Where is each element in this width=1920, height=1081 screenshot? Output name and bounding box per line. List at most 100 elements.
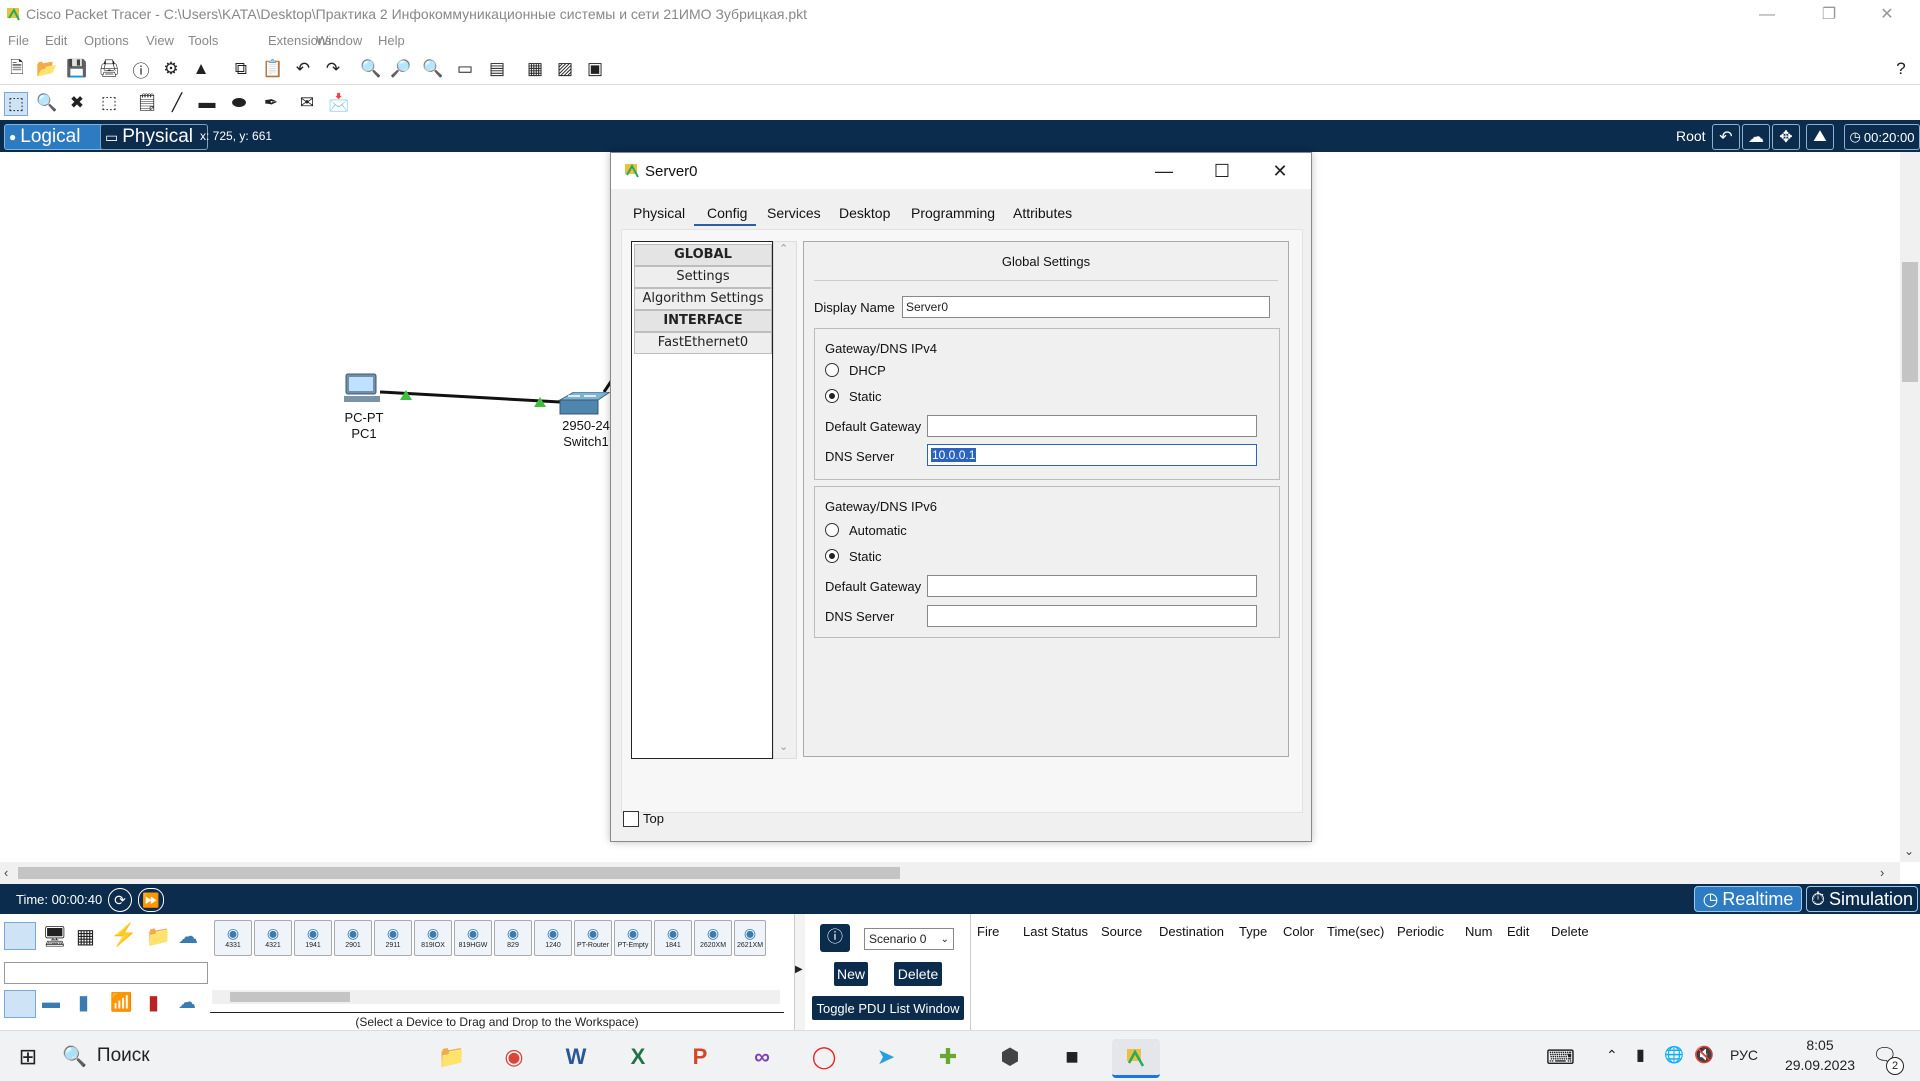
tab-logical[interactable]: ● Logical: [4, 124, 104, 150]
subcategory-security-icon[interactable]: ▮: [148, 990, 159, 1015]
device-model[interactable]: ◉ 819HGW: [454, 920, 492, 956]
close-button[interactable]: ✕: [1864, 0, 1910, 30]
vertical-scroll-thumb[interactable]: [1902, 262, 1918, 382]
tab-physical[interactable]: ▭ Physical: [100, 124, 208, 150]
viewport-clock[interactable]: ◷ 00:20:00: [1844, 124, 1920, 150]
volume-muted-icon[interactable]: 🔇: [1694, 1045, 1714, 1065]
cluster-icon[interactable]: ☁: [1742, 124, 1770, 150]
ipv6-static-radio[interactable]: [825, 549, 839, 563]
tab-programming[interactable]: Programming: [911, 205, 995, 221]
restore-button[interactable]: ❐: [1806, 0, 1852, 30]
realtime-mode-button[interactable]: ◷ Realtime: [1694, 886, 1802, 912]
app-plus-icon[interactable]: ✚: [930, 1039, 966, 1075]
start-windows-icon[interactable]: ⊞: [10, 1039, 46, 1075]
toggle-pdu-list-button[interactable]: Toggle PDU List Window: [812, 996, 964, 1020]
device-model[interactable]: ◉ 829: [494, 920, 532, 956]
help-question-icon[interactable]: ?: [1890, 58, 1912, 80]
switch1-device-icon[interactable]: [558, 391, 612, 418]
ipv4-static-radio[interactable]: [825, 389, 839, 403]
minimize-button[interactable]: —: [1744, 0, 1790, 30]
powerpoint-icon[interactable]: P: [682, 1039, 718, 1075]
device-model[interactable]: ◉ PT-Empty: [614, 920, 652, 956]
save-icon[interactable]: 💾: [66, 58, 88, 80]
workspace-horizontal-scrollbar[interactable]: ‹ ›: [0, 862, 1900, 884]
scroll-right-icon[interactable]: ›: [1880, 865, 1884, 880]
device-model[interactable]: ◉ 2911: [374, 920, 412, 956]
ipv6-default-gateway-input[interactable]: [927, 575, 1257, 597]
menu-window[interactable]: Window: [316, 33, 362, 48]
device-model[interactable]: ◉ 2621XM: [734, 920, 766, 956]
delete-tool-icon[interactable]: ✖: [66, 92, 88, 114]
menu-file[interactable]: File: [8, 33, 29, 48]
workspace-vertical-scrollbar[interactable]: ⌄: [1900, 152, 1920, 862]
new-file-icon[interactable]: 🗎: [6, 58, 28, 80]
ipv4-dhcp-radio[interactable]: [825, 363, 839, 377]
tab-config[interactable]: Config: [707, 205, 747, 221]
viewport-icon[interactable]: ▦: [524, 58, 546, 80]
drawing-palette-icon[interactable]: ▭: [454, 58, 476, 80]
list-item-settings[interactable]: Settings: [634, 266, 772, 288]
wizard-icon[interactable]: ⚙: [160, 58, 182, 80]
device-strip-scroll-thumb[interactable]: [230, 992, 350, 1002]
language-indicator[interactable]: РУС: [1730, 1047, 1758, 1063]
device-model[interactable]: ◉ 1841: [654, 920, 692, 956]
rectangle-icon[interactable]: ▬: [196, 92, 218, 114]
device-model[interactable]: ◉ 2620XM: [694, 920, 732, 956]
sticky-notes-icon[interactable]: ■: [1054, 1039, 1090, 1075]
note-icon[interactable]: 🗒: [136, 92, 158, 114]
menu-view[interactable]: View: [146, 33, 174, 48]
telegram-icon[interactable]: ➤: [868, 1039, 904, 1075]
device-model[interactable]: ◉ 819IOX: [414, 920, 452, 956]
move-object-icon[interactable]: ✥: [1772, 124, 1800, 150]
tab-physical-device[interactable]: Physical: [633, 205, 685, 221]
category-multiuser-icon[interactable]: ☁: [178, 924, 198, 949]
inspect-icon[interactable]: 🔍: [36, 92, 58, 114]
redo-icon[interactable]: ↷: [322, 58, 344, 80]
open-folder-icon[interactable]: 📂: [36, 58, 58, 80]
network-globe-icon[interactable]: 🌐: [1664, 1045, 1684, 1065]
tab-services[interactable]: Services: [767, 205, 821, 221]
nav-scroll-up-icon[interactable]: ⌃: [779, 242, 788, 255]
category-misc-icon[interactable]: 📁: [146, 924, 171, 949]
scroll-down-icon[interactable]: ⌄: [1904, 844, 1914, 858]
menu-help[interactable]: Help: [378, 33, 405, 48]
ellipse-icon[interactable]: ⬬: [228, 92, 250, 114]
ipv6-dns-server-input[interactable]: [927, 605, 1257, 627]
zoom-reset-icon[interactable]: 🔎: [390, 58, 412, 80]
opera-icon[interactable]: ◯: [806, 1039, 842, 1075]
category-components-icon[interactable]: ▦: [76, 924, 95, 949]
back-icon[interactable]: ↶: [1712, 124, 1740, 150]
ipv4-default-gateway-input[interactable]: [927, 415, 1257, 437]
fast-forward-icon[interactable]: ⏩: [138, 888, 164, 912]
print-icon[interactable]: 🖨: [98, 58, 120, 80]
subcategory-routers-icon[interactable]: [4, 990, 36, 1018]
menu-tools[interactable]: Tools: [188, 33, 218, 48]
packet-tracer-taskbar-icon[interactable]: [1112, 1039, 1160, 1078]
scroll-left-icon[interactable]: ‹: [4, 865, 8, 880]
file-explorer-icon[interactable]: 📁: [434, 1039, 470, 1075]
copy-icon[interactable]: ⧉: [230, 58, 252, 80]
resize-icon[interactable]: ⬚: [98, 92, 120, 114]
device-model[interactable]: ◉ 1941: [294, 920, 332, 956]
tray-expand-icon[interactable]: ⌃: [1606, 1047, 1618, 1064]
power-cycle-icon[interactable]: ⟳: [108, 888, 132, 912]
device-model[interactable]: ◉ 4331: [214, 920, 252, 956]
select-tool-icon[interactable]: ⬚: [4, 92, 28, 116]
tab-attributes[interactable]: Attributes: [1013, 205, 1072, 221]
zoom-out-icon[interactable]: 🔍: [422, 58, 444, 80]
simulation-mode-button[interactable]: ⏱ Simulation: [1806, 886, 1918, 912]
pdu-info-icon[interactable]: ⓘ: [820, 924, 850, 952]
app-cube-icon[interactable]: ⬢: [992, 1039, 1028, 1075]
complex-pdu-icon[interactable]: 📩: [328, 92, 350, 114]
panel-collapse-handle[interactable]: ▶: [794, 914, 805, 1030]
dialog-maximize-button[interactable]: ☐: [1193, 153, 1251, 189]
paste-icon[interactable]: 📋: [262, 58, 284, 80]
zoom-in-icon[interactable]: 🔍: [360, 58, 382, 80]
menu-options[interactable]: Options: [84, 33, 129, 48]
ipv6-automatic-radio[interactable]: [825, 523, 839, 537]
custom-devices-icon[interactable]: ▤: [486, 58, 508, 80]
top-checkbox[interactable]: [623, 811, 639, 827]
line-icon[interactable]: ╱: [166, 92, 188, 114]
chrome-icon[interactable]: ◉: [496, 1039, 532, 1075]
category-connections-icon[interactable]: ⚡: [110, 922, 137, 948]
